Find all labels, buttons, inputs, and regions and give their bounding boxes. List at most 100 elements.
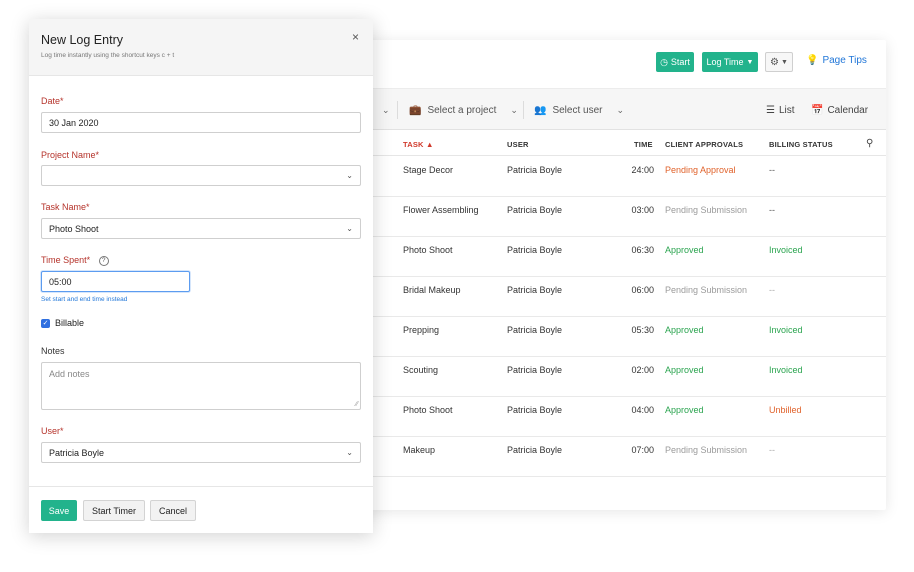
project-filter[interactable]: 💼 Select a project ⌄ (409, 89, 518, 131)
user-select[interactable]: Patricia Boyle ⌄ (41, 442, 361, 463)
chevron-down-icon: ⌄ (346, 448, 353, 457)
cell-time: 02:00 (631, 365, 654, 375)
cell-user: Patricia Boyle (507, 445, 563, 455)
filter-prev-dropdown[interactable]: ⌄ (382, 89, 390, 131)
cell-task: Photo Shoot (403, 245, 453, 255)
filter-bar: ⌄ 💼 Select a project ⌄ 👥 Select user ⌄ ☰… (330, 88, 886, 130)
cell-billing: -- (769, 205, 775, 215)
table-row[interactable]: Photo Shoot Patricia Boyle 06:30 Approve… (330, 237, 886, 277)
list-view-button[interactable]: ☰ List (766, 89, 795, 131)
column-task[interactable]: TASK ▲ (403, 140, 434, 149)
project-label: Project Name* (41, 150, 100, 160)
calendar-view-label: Calendar (827, 104, 869, 116)
divider (523, 101, 524, 119)
new-log-entry-modal: New Log Entry Log time instantly using t… (29, 19, 373, 533)
table-row[interactable]: Scouting Patricia Boyle 02:00 Approved I… (330, 357, 886, 397)
list-view-label: List (778, 104, 795, 116)
sort-asc-icon: ▲ (425, 140, 434, 149)
billable-label: Billable (55, 318, 85, 328)
time-spent-label: Time Spent* (41, 255, 91, 265)
table-row[interactable]: Stage Decor Patricia Boyle 24:00 Pending… (330, 157, 886, 197)
gear-icon: ⚙ (770, 56, 780, 68)
page-tips-label: Page Tips (822, 55, 867, 66)
cell-task: Makeup (403, 445, 436, 455)
start-timer-button[interactable]: Start Timer (83, 500, 145, 521)
date-field[interactable]: 30 Jan 2020 (41, 112, 361, 133)
task-select[interactable]: Photo Shoot ⌄ (41, 218, 361, 239)
cell-task: Photo Shoot (403, 405, 453, 415)
chevron-down-icon: ⌄ (346, 224, 353, 233)
log-time-button[interactable]: Log Time ▼ (702, 52, 758, 72)
column-user[interactable]: USER (507, 140, 529, 149)
table-row[interactable]: Prepping Patricia Boyle 05:30 Approved I… (330, 317, 886, 357)
cell-time: 05:30 (631, 325, 654, 335)
time-spent-input[interactable]: 05:00 (41, 271, 190, 292)
time-spent-value: 05:00 (49, 276, 72, 287)
calendar-icon: 📅 (811, 104, 824, 116)
cell-approval: Pending Submission (665, 205, 748, 215)
page-tips-link[interactable]: 💡 Page Tips (806, 55, 867, 66)
cell-approval: Approved (665, 245, 704, 255)
cell-task: Scouting (403, 365, 439, 375)
project-select[interactable]: ⌄ (41, 165, 361, 186)
users-icon: 👥 (534, 104, 547, 116)
billable-row[interactable]: ✓ Billable (41, 318, 84, 328)
notes-placeholder: Add notes (49, 369, 90, 379)
cancel-button[interactable]: Cancel (150, 500, 196, 521)
start-button-label: Start (670, 57, 690, 67)
timesheet-panel: ◷ Start Log Time ▼ ⚙ ▼ 💡 Page Tips ⌄ 💼 S… (330, 40, 886, 510)
caret-down-icon: ▼ (781, 58, 788, 66)
cell-user: Patricia Boyle (507, 365, 563, 375)
cell-approval: Pending Submission (665, 285, 748, 295)
start-button[interactable]: ◷ Start (656, 52, 694, 72)
user-filter[interactable]: 👥 Select user ⌄ (534, 89, 624, 131)
modal-footer: Save Start Timer Cancel (29, 486, 373, 533)
cell-task: Bridal Makeup (403, 285, 461, 295)
cell-billing: Unbilled (769, 405, 802, 415)
cell-time: 06:00 (631, 285, 654, 295)
cell-billing: -- (769, 165, 775, 175)
table-row[interactable]: Flower Assembling Patricia Boyle 03:00 P… (330, 197, 886, 237)
column-billing-status[interactable]: BILLING STATUS (769, 140, 833, 149)
cell-time: 06:30 (631, 245, 654, 255)
close-icon[interactable]: × (352, 30, 359, 44)
table-row[interactable]: Photo Shoot Patricia Boyle 04:00 Approve… (330, 397, 886, 437)
cell-time: 04:00 (631, 405, 654, 415)
cell-approval: Pending Submission (665, 445, 748, 455)
settings-button[interactable]: ⚙ ▼ (765, 52, 793, 72)
column-time[interactable]: TIME (634, 140, 653, 149)
notes-textarea[interactable]: Add notes ∕∕ (41, 362, 361, 410)
resize-grip-icon[interactable]: ∕∕ (356, 401, 358, 408)
user-label: User* (41, 426, 64, 436)
column-task-label: TASK (403, 140, 424, 149)
billable-checkbox[interactable]: ✓ (41, 318, 50, 328)
lightbulb-icon: 💡 (806, 55, 819, 66)
cell-time: 03:00 (631, 205, 654, 215)
list-icon: ☰ (766, 104, 775, 116)
caret-down-icon: ▼ (746, 58, 754, 66)
cell-user: Patricia Boyle (507, 405, 563, 415)
cell-approval: Approved (665, 365, 704, 375)
modal-subtitle: Log time instantly using the shortcut ke… (41, 52, 175, 59)
chevron-down-icon: ⌄ (346, 171, 353, 180)
table-row[interactable]: Makeup Patricia Boyle 07:00 Pending Subm… (330, 437, 886, 477)
cell-time: 07:00 (631, 445, 654, 455)
help-icon[interactable]: ? (98, 255, 109, 266)
search-icon[interactable]: ⚲ (866, 138, 873, 149)
cell-approval: Pending Approval (665, 165, 736, 175)
cell-task: Flower Assembling (403, 205, 479, 215)
cell-time: 24:00 (631, 165, 654, 175)
table-row[interactable]: Bridal Makeup Patricia Boyle 06:00 Pendi… (330, 277, 886, 317)
chevron-down-icon: ⌄ (510, 104, 518, 115)
save-button[interactable]: Save (41, 500, 77, 521)
project-filter-label: Select a project (427, 104, 497, 116)
column-client-approvals[interactable]: CLIENT APPROVALS (665, 140, 743, 149)
calendar-view-button[interactable]: 📅 Calendar (811, 89, 868, 131)
user-value: Patricia Boyle (49, 447, 105, 458)
chevron-down-icon: ⌄ (382, 104, 390, 115)
table-header: TASK ▲ USER TIME CLIENT APPROVALS BILLIN… (330, 132, 886, 156)
briefcase-icon: 💼 (409, 104, 422, 116)
set-start-end-link[interactable]: Set start and end time instead (41, 296, 127, 303)
cell-user: Patricia Boyle (507, 245, 563, 255)
notes-label: Notes (41, 346, 65, 356)
